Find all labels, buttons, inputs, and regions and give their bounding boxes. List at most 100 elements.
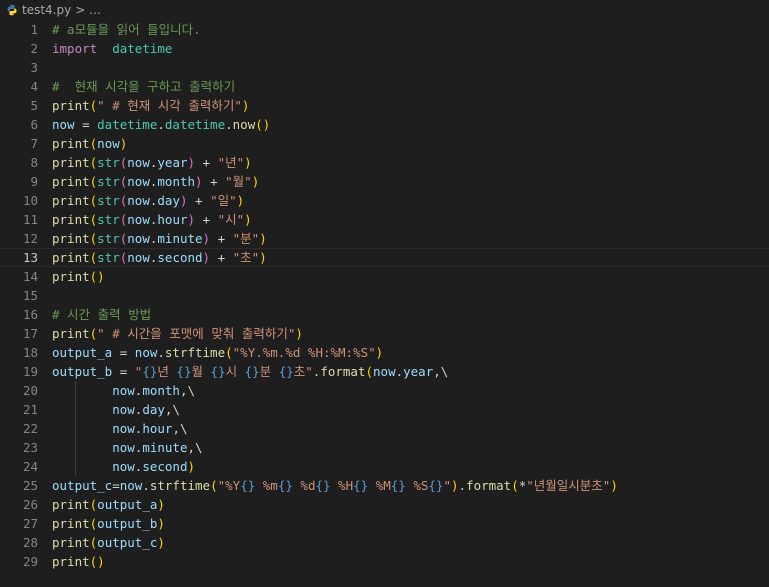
code-token: now bbox=[112, 421, 135, 436]
code-text[interactable]: # 시간 출력 방법 bbox=[38, 305, 151, 324]
code-line[interactable]: 29 print() bbox=[0, 552, 769, 571]
code-token: {} bbox=[142, 364, 158, 379]
code-token: datetime bbox=[164, 117, 226, 132]
breadcrumb-file[interactable]: test4.py bbox=[22, 3, 71, 17]
code-line[interactable]: 18 output_a = now.strftime("%Y.%m.%d %H:%… bbox=[0, 343, 769, 362]
code-line[interactable]: 20 now.month,\ bbox=[0, 381, 769, 400]
code-text[interactable]: # a모듈을 읽어 들입니다. bbox=[38, 20, 201, 39]
code-line[interactable]: 25 output_c=now.strftime("%Y{} %m{} %d{} … bbox=[0, 476, 769, 495]
code-line[interactable]: 3 bbox=[0, 58, 769, 77]
code-text[interactable]: now = datetime.datetime.now() bbox=[38, 115, 270, 134]
code-line[interactable]: 19 output_b = "{}년 {}월 {}시 {}분 {}초".forma… bbox=[0, 362, 769, 381]
code-token: print bbox=[52, 231, 90, 246]
code-text[interactable]: print(str(now.day) + "일") bbox=[38, 191, 244, 210]
code-text[interactable]: now.month,\ bbox=[38, 381, 195, 400]
code-token: . bbox=[395, 364, 404, 379]
code-line[interactable]: 4 # 현재 시각을 구하고 출력하기 bbox=[0, 77, 769, 96]
code-token: now bbox=[119, 478, 143, 493]
code-line[interactable]: 12 print(str(now.minute) + "분") bbox=[0, 229, 769, 248]
code-token: " # 시간을 포맷에 맞춰 출력하기" bbox=[97, 326, 296, 341]
code-line[interactable]: 6 now = datetime.datetime.now() bbox=[0, 115, 769, 134]
line-number: 20 bbox=[22, 383, 38, 398]
code-line[interactable]: 13 print(str(now.second) + "초") bbox=[0, 248, 769, 267]
line-number: 15 bbox=[22, 288, 38, 303]
code-token: ) bbox=[610, 478, 618, 493]
code-text[interactable]: now.second) bbox=[38, 457, 195, 476]
code-text[interactable]: now.day,\ bbox=[38, 400, 180, 419]
line-number: 18 bbox=[22, 345, 38, 360]
code-text[interactable]: print(str(now.hour) + "시") bbox=[38, 210, 252, 229]
code-line[interactable]: 1 # a모듈을 읽어 들입니다. bbox=[0, 20, 769, 39]
code-token: ) bbox=[236, 193, 245, 208]
code-text[interactable]: print() bbox=[38, 267, 105, 286]
line-number: 10 bbox=[22, 193, 38, 208]
code-token: strftime bbox=[164, 345, 226, 360]
code-text[interactable]: print(output_c) bbox=[38, 533, 165, 552]
code-token: datetime bbox=[112, 41, 173, 56]
code-line[interactable]: 14 print() bbox=[0, 267, 769, 286]
code-line[interactable]: 24 now.second) bbox=[0, 457, 769, 476]
code-line[interactable]: 26 print(output_a) bbox=[0, 495, 769, 514]
code-text[interactable]: print(str(now.month) + "월") bbox=[38, 172, 259, 191]
code-line[interactable]: 17 print(" # 시간을 포맷에 맞춰 출력하기") bbox=[0, 324, 769, 343]
code-line[interactable]: 2 import datetime bbox=[0, 39, 769, 58]
code-token: now bbox=[112, 440, 135, 455]
code-text[interactable]: now.minute,\ bbox=[38, 438, 203, 457]
code-line[interactable]: 15 bbox=[0, 286, 769, 305]
code-token: # 시간 출력 방법 bbox=[52, 307, 152, 322]
code-token: minute bbox=[142, 440, 188, 455]
code-token: hour bbox=[142, 421, 173, 436]
code-line[interactable]: 27 print(output_b) bbox=[0, 514, 769, 533]
code-line[interactable]: 22 now.hour,\ bbox=[0, 419, 769, 438]
code-token: now bbox=[112, 402, 135, 417]
code-token: + bbox=[187, 193, 211, 208]
code-text[interactable]: now.hour,\ bbox=[38, 419, 188, 438]
code-line[interactable]: 10 print(str(now.day) + "일") bbox=[0, 191, 769, 210]
code-text[interactable]: print(str(now.year) + "년") bbox=[38, 153, 252, 172]
code-text[interactable]: output_c=now.strftime("%Y{} %m{} %d{} %H… bbox=[38, 476, 618, 495]
code-text[interactable]: print(" # 현재 시각 출력하기") bbox=[38, 96, 249, 115]
code-token: . bbox=[225, 117, 233, 132]
code-text[interactable]: import datetime bbox=[38, 39, 172, 58]
code-token: ,\ bbox=[187, 440, 203, 455]
code-token: {} bbox=[315, 478, 331, 493]
code-text[interactable]: print(str(now.second) + "초") bbox=[38, 249, 267, 266]
code-token: now bbox=[127, 231, 150, 246]
code-editor[interactable]: 1 # a모듈을 읽어 들입니다. 2 import datetime 3 4 # 현재 시… bbox=[0, 20, 769, 571]
code-line[interactable]: 8 print(str(now.year) + "년") bbox=[0, 153, 769, 172]
code-token: ,\ bbox=[433, 364, 449, 379]
code-line[interactable]: 11 print(str(now.hour) + "시") bbox=[0, 210, 769, 229]
code-line[interactable]: 9 print(str(now.month) + "월") bbox=[0, 172, 769, 191]
breadcrumb-more[interactable]: ... bbox=[89, 3, 100, 17]
code-text[interactable]: print(now) bbox=[38, 134, 127, 153]
code-text[interactable] bbox=[38, 58, 52, 77]
code-token: minute bbox=[157, 231, 203, 246]
code-line[interactable]: 21 now.day,\ bbox=[0, 400, 769, 419]
code-line[interactable]: 16 # 시간 출력 방법 bbox=[0, 305, 769, 324]
code-token: 시 bbox=[225, 364, 245, 379]
code-text[interactable]: print(output_a) bbox=[38, 495, 165, 514]
code-token: year bbox=[403, 364, 434, 379]
code-text[interactable] bbox=[38, 286, 52, 305]
code-text[interactable]: print(output_b) bbox=[38, 514, 165, 533]
code-token: ,\ bbox=[172, 421, 188, 436]
code-text[interactable]: print(" # 시간을 포맷에 맞춰 출력하기") bbox=[38, 324, 303, 343]
code-token: + bbox=[210, 231, 233, 246]
code-token: ) bbox=[450, 478, 459, 493]
code-text[interactable]: print() bbox=[38, 552, 105, 571]
code-text[interactable]: output_a = now.strftime("%Y.%m.%d %H:%M:… bbox=[38, 343, 383, 362]
code-line[interactable]: 28 print(output_c) bbox=[0, 533, 769, 552]
code-line[interactable]: 23 now.minute,\ bbox=[0, 438, 769, 457]
code-text[interactable]: # 현재 시각을 구하고 출력하기 bbox=[38, 77, 235, 96]
code-token: output_b bbox=[52, 364, 113, 379]
code-token: print bbox=[52, 174, 90, 189]
code-text[interactable]: output_b = "{}년 {}월 {}시 {}분 {}초".format(… bbox=[38, 362, 448, 381]
breadcrumb: test4.py > ... bbox=[0, 0, 769, 20]
code-line[interactable]: 5 print(" # 현재 시각 출력하기") bbox=[0, 96, 769, 115]
code-token: = bbox=[112, 345, 135, 360]
code-line[interactable]: 7 print(now) bbox=[0, 134, 769, 153]
code-token: + bbox=[195, 155, 218, 170]
code-text[interactable]: print(str(now.minute) + "분") bbox=[38, 229, 267, 248]
